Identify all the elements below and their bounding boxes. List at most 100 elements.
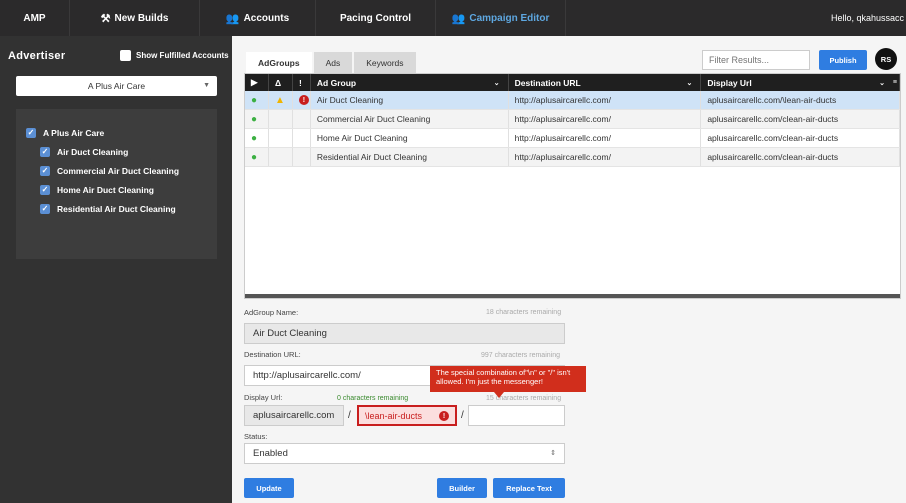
tree-item-label: Home Air Duct Cleaning <box>57 184 154 195</box>
warning-cell <box>269 110 293 128</box>
active-dot-icon: ● <box>251 132 258 144</box>
header-ad-group-label: Ad Group <box>316 77 357 88</box>
active-dot-icon: ● <box>251 94 258 106</box>
tree-item[interactable]: ✓ Air Duct Cleaning <box>16 142 217 161</box>
checkbox-checked-icon[interactable]: ✓ <box>40 203 50 214</box>
table-row[interactable]: ● Residential Air Duct Cleaning http://a… <box>245 148 900 167</box>
status-cell: ● <box>245 129 269 147</box>
table-row[interactable]: ● ▲ ! Air Duct Cleaning http://aplusairc… <box>245 91 900 110</box>
publish-button[interactable]: Publish <box>819 50 867 70</box>
grid-scrollbar[interactable] <box>245 294 900 298</box>
display-path2-field[interactable] <box>468 405 565 426</box>
nav-accounts-label: Accounts <box>243 12 290 24</box>
display-url-cell: aplusaircarellc.com/clean-air-ducts <box>701 148 900 166</box>
nav-pacing-control-label: Pacing Control <box>339 12 412 24</box>
adgroup-name-field[interactable]: Air Duct Cleaning <box>244 323 565 344</box>
checkbox-checked-icon[interactable]: ✓ <box>40 146 50 157</box>
tree-item[interactable]: ✓ Home Air Duct Cleaning <box>16 180 217 199</box>
path-separator: / <box>348 410 351 421</box>
display-path1-field[interactable]: \lean-air-ducts ! <box>357 405 457 426</box>
show-fulfilled-label: Show Fulfilled Accounts <box>136 51 229 60</box>
nav-pacing-control[interactable]: Pacing Control <box>316 0 436 36</box>
update-button[interactable]: Update <box>244 478 294 498</box>
sidebar-title: Advertiser <box>8 50 66 62</box>
top-nav: AMP ⚒ New Builds 👥 Accounts Pacing Contr… <box>0 0 906 36</box>
adgroup-remaining: 18 characters remaining <box>486 309 562 316</box>
avatar[interactable]: RS <box>875 48 897 70</box>
display-url-base-field: aplusaircarellc.com <box>244 405 344 426</box>
chevron-down-icon[interactable]: ⌄ <box>879 79 885 87</box>
tab-adgroups[interactable]: AdGroups <box>246 52 312 73</box>
checkbox-checked-icon[interactable]: ✓ <box>26 127 36 138</box>
status-cell: ● <box>245 148 269 166</box>
grid-header: ▶ Δ ! Ad Group ⌄ Destination URL ⌄ Displ… <box>245 74 900 91</box>
error-cell <box>293 129 311 147</box>
nav-accounts[interactable]: 👥 Accounts <box>200 0 316 36</box>
error-cell <box>293 110 311 128</box>
display-path1-value: \lean-air-ducts <box>365 410 423 421</box>
tree-item-root[interactable]: ✓ A Plus Air Care <box>16 123 217 142</box>
header-display-url[interactable]: Display Url ⌄ ≡ <box>701 74 900 91</box>
show-fulfilled-checkbox[interactable] <box>120 50 131 61</box>
tab-bar: AdGroups Ads Keywords <box>246 52 418 73</box>
nav-new-builds-label: New Builds <box>114 12 169 24</box>
header-ad-group[interactable]: Ad Group ⌄ <box>311 74 509 91</box>
display-path1-remaining: 0 characters remaining <box>337 395 409 402</box>
tree-item-label: Residential Air Duct Cleaning <box>57 203 176 214</box>
error-tooltip: The special combination of"\n" or "/" is… <box>430 366 586 392</box>
warning-icon: ▲ <box>274 94 285 106</box>
destination-url-cell: http://aplusaircarellc.com/ <box>509 148 702 166</box>
header-destination-url-label: Destination URL <box>514 77 581 88</box>
warning-cell <box>269 129 293 147</box>
table-row[interactable]: ● Commercial Air Duct Cleaning http://ap… <box>245 110 900 129</box>
destination-url-cell: http://aplusaircarellc.com/ <box>509 129 702 147</box>
nav-amp-label: AMP <box>23 12 46 24</box>
active-dot-icon: ● <box>251 113 258 125</box>
status-cell: ● <box>245 110 269 128</box>
adgroups-grid: ▶ Δ ! Ad Group ⌄ Destination URL ⌄ Displ… <box>244 73 901 299</box>
builder-button[interactable]: Builder <box>437 478 487 498</box>
ad-group-cell: Commercial Air Duct Cleaning <box>311 110 509 128</box>
show-fulfilled-toggle[interactable]: Show Fulfilled Accounts <box>120 50 229 61</box>
tree-item[interactable]: ✓ Residential Air Duct Cleaning <box>16 199 217 218</box>
replace-text-button[interactable]: Replace Text <box>493 478 565 498</box>
users-icon: 👥 <box>225 12 240 25</box>
nav-amp[interactable]: AMP <box>0 0 70 36</box>
destination-url-cell: http://aplusaircarellc.com/ <box>509 91 702 109</box>
error-cell <box>293 148 311 166</box>
ad-group-cell: Residential Air Duct Cleaning <box>311 148 509 166</box>
header-delta[interactable]: Δ <box>269 74 293 91</box>
warning-cell: ▲ <box>269 91 293 109</box>
display-url-cell: aplusaircarellc.com/clean-air-ducts <box>701 110 900 128</box>
account-tree: ✓ A Plus Air Care ✓ Air Duct Cleaning ✓ … <box>16 109 217 259</box>
chevron-down-icon[interactable]: ⌄ <box>686 79 692 87</box>
advertiser-select[interactable]: A Plus Air Care ▼ <box>16 76 217 96</box>
header-alert[interactable]: ! <box>293 74 311 91</box>
chevron-updown-icon: ⇕ <box>550 450 556 457</box>
tab-keywords[interactable]: Keywords <box>354 52 416 73</box>
chevron-down-icon: ▼ <box>203 82 210 89</box>
status-label: Status: <box>244 432 268 441</box>
chevron-down-icon[interactable]: ⌄ <box>494 79 500 87</box>
filter-input[interactable] <box>702 50 810 70</box>
destination-url-cell: http://aplusaircarellc.com/ <box>509 110 702 128</box>
display-url-cell: aplusaircarellc.com/\lean-air-ducts <box>701 91 900 109</box>
nav-campaign-editor[interactable]: 👥 Campaign Editor <box>436 0 566 36</box>
header-destination-url[interactable]: Destination URL ⌄ <box>509 74 702 91</box>
checkbox-checked-icon[interactable]: ✓ <box>40 184 50 195</box>
header-expand[interactable]: ▶ <box>245 74 269 91</box>
active-dot-icon: ● <box>251 151 258 163</box>
ad-group-cell: Home Air Duct Cleaning <box>311 129 509 147</box>
tree-item[interactable]: ✓ Commercial Air Duct Cleaning <box>16 161 217 180</box>
error-icon: ! <box>298 95 309 105</box>
nav-campaign-editor-label: Campaign Editor <box>469 12 550 24</box>
table-row[interactable]: ● Home Air Duct Cleaning http://aplusair… <box>245 129 900 148</box>
user-greeting[interactable]: Hello, qkahussacc <box>831 0 906 36</box>
checkbox-checked-icon[interactable]: ✓ <box>40 165 50 176</box>
menu-icon[interactable]: ≡ <box>893 79 897 86</box>
status-select[interactable]: Enabled ⇕ <box>244 443 565 464</box>
tree-item-label: A Plus Air Care <box>43 127 105 138</box>
destination-remaining: 997 characters remaining <box>481 352 560 359</box>
nav-new-builds[interactable]: ⚒ New Builds <box>70 0 200 36</box>
tab-ads[interactable]: Ads <box>313 52 353 73</box>
